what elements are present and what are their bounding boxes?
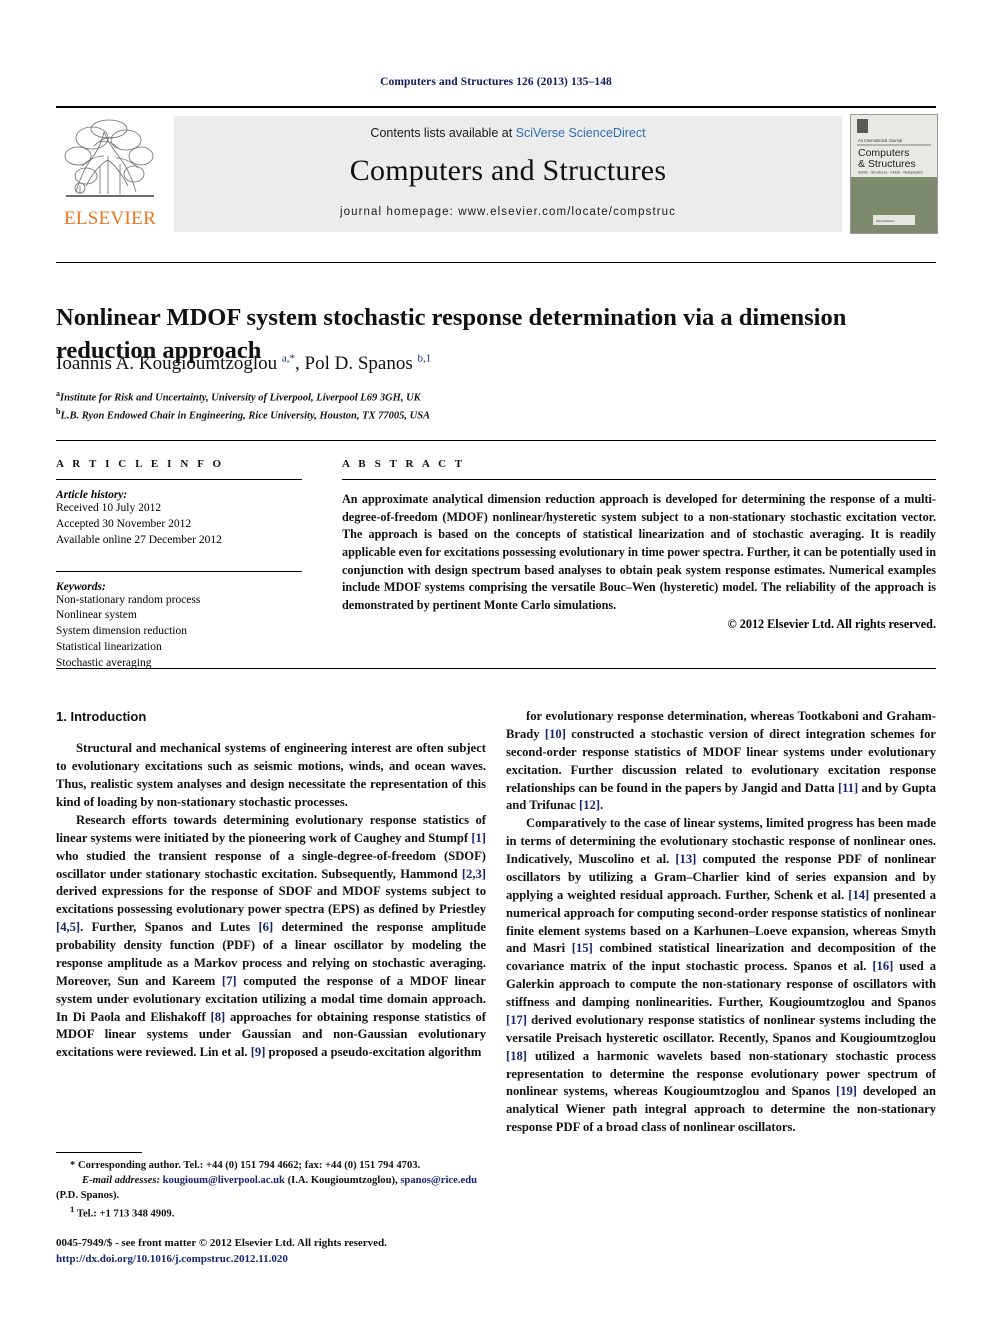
reference-marker[interactable]: [16] bbox=[872, 959, 893, 973]
email-owner-2: (P.D. Spanos). bbox=[56, 1190, 120, 1202]
doi-link[interactable]: http://dx.doi.org/10.1016/j.compstruc.20… bbox=[56, 1252, 616, 1268]
abstract-block: A B S T R A C T An approximate analytica… bbox=[342, 458, 936, 632]
keyword-item: Nonlinear system bbox=[56, 609, 137, 622]
keywords-label: Keywords: bbox=[56, 580, 106, 593]
reference-marker[interactable]: [18] bbox=[506, 1049, 527, 1063]
affiliation-list: aInstitute for Risk and Uncertainty, Uni… bbox=[56, 388, 936, 425]
article-history-received: Received 10 July 2012 bbox=[56, 502, 162, 514]
article-info-heading: A R T I C L E I N F O bbox=[56, 458, 225, 470]
email-addresses-label: E-mail addresses: bbox=[82, 1175, 160, 1187]
svg-text:& Structures: & Structures bbox=[858, 158, 916, 170]
body-paragraph: for evolutionary response determination,… bbox=[506, 709, 936, 813]
keywords-rule bbox=[56, 570, 302, 572]
journal-homepage-link[interactable]: journal homepage: www.elsevier.com/locat… bbox=[174, 206, 842, 218]
contents-list-line: Contents lists available at SciVerse Sci… bbox=[174, 126, 842, 140]
article-info-rule bbox=[56, 479, 302, 480]
footnote-emails: E-mail addresses: kougioum@liverpool.ac.… bbox=[56, 1173, 486, 1203]
journal-cover-thumbnail: An International Journal Computers & Str… bbox=[850, 114, 938, 234]
journal-title: Computers and Structures bbox=[349, 154, 667, 187]
journal-band: Contents lists available at SciVerse Sci… bbox=[174, 116, 842, 232]
elsevier-wordmark: ELSEVIER bbox=[63, 208, 157, 229]
keyword-item: Stochastic averaging bbox=[56, 657, 152, 670]
title-divider bbox=[56, 262, 936, 263]
author-list: Ioannis A. Kougioumtzoglou a,*, Pol D. S… bbox=[56, 353, 936, 375]
footnote-block: * Corresponding author. Tel.: +44 (0) 15… bbox=[56, 1158, 486, 1222]
affiliation-a: aInstitute for Risk and Uncertainty, Uni… bbox=[56, 388, 936, 406]
svg-text:Solids · Structures · Fluids ·: Solids · Structures · Fluids · Multiphys… bbox=[858, 171, 923, 175]
reference-marker[interactable]: [7] bbox=[222, 974, 237, 988]
body-paragraph: Structural and mechanical systems of eng… bbox=[56, 741, 486, 810]
footnote-marker-1: 1 bbox=[70, 1204, 75, 1215]
reference-marker[interactable]: [12] bbox=[579, 798, 600, 812]
keyword-item: Non-stationary random process bbox=[56, 593, 201, 606]
footnote-corresponding-author: * Corresponding author. Tel.: +44 (0) 15… bbox=[56, 1158, 486, 1173]
reference-marker[interactable]: [9] bbox=[251, 1045, 266, 1059]
keywords-block: Keywords: Non-stationary random process … bbox=[56, 570, 302, 672]
reference-marker[interactable]: [15] bbox=[572, 941, 593, 955]
abstract-heading: A B S T R A C T bbox=[342, 458, 466, 470]
affiliation-b-text: L.B. Ryon Endowed Chair in Engineering, … bbox=[60, 410, 431, 422]
body-column-right: for evolutionary response determination,… bbox=[506, 708, 936, 1137]
footnote-telephone: 1 Tel.: +1 713 348 4909. bbox=[56, 1203, 486, 1222]
reference-marker[interactable]: [2,3] bbox=[462, 867, 486, 881]
info-divider-bottom bbox=[56, 668, 936, 669]
svg-text:ScienceDirect: ScienceDirect bbox=[876, 219, 895, 223]
footnote-divider bbox=[56, 1152, 142, 1153]
reference-marker[interactable]: [13] bbox=[675, 852, 696, 866]
abstract-copyright: © 2012 Elsevier Ltd. All rights reserved… bbox=[727, 616, 936, 631]
sciencedirect-link[interactable]: SciVerse ScienceDirect bbox=[516, 126, 646, 140]
email-owner-1: (I.A. Kougioumtzoglou), bbox=[287, 1175, 398, 1187]
article-history-label: Article history: bbox=[56, 489, 128, 501]
reference-marker[interactable]: [17] bbox=[506, 1013, 527, 1027]
article-info-block: A R T I C L E I N F O Article history: R… bbox=[56, 458, 302, 672]
body-column-left: 1. Introduction Structural and mechanica… bbox=[56, 708, 486, 1062]
affiliation-a-text: Institute for Risk and Uncertainty, Univ… bbox=[60, 392, 421, 404]
authors-text: Ioannis A. Kougioumtzoglou a,*, Pol D. S… bbox=[56, 353, 432, 375]
info-divider-top bbox=[56, 440, 936, 441]
article-history-online: Available online 27 December 2012 bbox=[56, 533, 222, 546]
reference-marker[interactable]: [14] bbox=[848, 888, 869, 902]
svg-text:An International Journal: An International Journal bbox=[858, 138, 902, 143]
journal-masthead: ELSEVIER Contents lists available at Sci… bbox=[56, 106, 938, 236]
paper-page: Computers and Structures 126 (2013) 135–… bbox=[0, 0, 992, 1323]
reference-marker[interactable]: [10] bbox=[545, 727, 566, 741]
elsevier-tree-logo: ELSEVIER bbox=[56, 116, 164, 232]
reference-marker[interactable]: [6] bbox=[258, 920, 273, 934]
contents-prefix: Contents lists available at bbox=[370, 126, 516, 140]
abstract-text: An approximate analytical dimension redu… bbox=[342, 492, 936, 613]
keyword-item: Statistical linearization bbox=[56, 641, 162, 654]
email-link-kougioum[interactable]: kougioum@liverpool.ac.uk bbox=[163, 1175, 285, 1186]
affiliation-b: bL.B. Ryon Endowed Chair in Engineering,… bbox=[56, 406, 936, 424]
section-heading-introduction: 1. Introduction bbox=[56, 709, 147, 724]
abstract-rule bbox=[342, 479, 936, 480]
body-paragraph: Comparatively to the case of linear syst… bbox=[506, 816, 937, 1135]
reference-marker[interactable]: [19] bbox=[836, 1084, 857, 1098]
running-head: Computers and Structures 126 (2013) 135–… bbox=[380, 76, 612, 88]
reference-marker[interactable]: [11] bbox=[838, 781, 858, 795]
keyword-item: System dimension reduction bbox=[56, 625, 187, 638]
email-link-spanos[interactable]: spanos@rice.edu bbox=[400, 1175, 477, 1186]
reference-marker[interactable]: [8] bbox=[211, 1010, 226, 1024]
footnote-telephone-text: Tel.: +1 713 348 4909. bbox=[76, 1208, 175, 1220]
article-history-accepted: Accepted 30 November 2012 bbox=[56, 517, 192, 530]
body-paragraph: Research efforts towards determining evo… bbox=[56, 812, 486, 1060]
reference-marker[interactable]: [1] bbox=[471, 831, 486, 845]
issn-copyright-block: 0045-7949/$ - see front matter © 2012 El… bbox=[56, 1236, 616, 1268]
footnote-corresponding-text: * Corresponding author. Tel.: +44 (0) 15… bbox=[70, 1160, 421, 1171]
issn-line: 0045-7949/$ - see front matter © 2012 El… bbox=[56, 1237, 387, 1249]
reference-marker[interactable]: [4,5] bbox=[56, 920, 80, 934]
